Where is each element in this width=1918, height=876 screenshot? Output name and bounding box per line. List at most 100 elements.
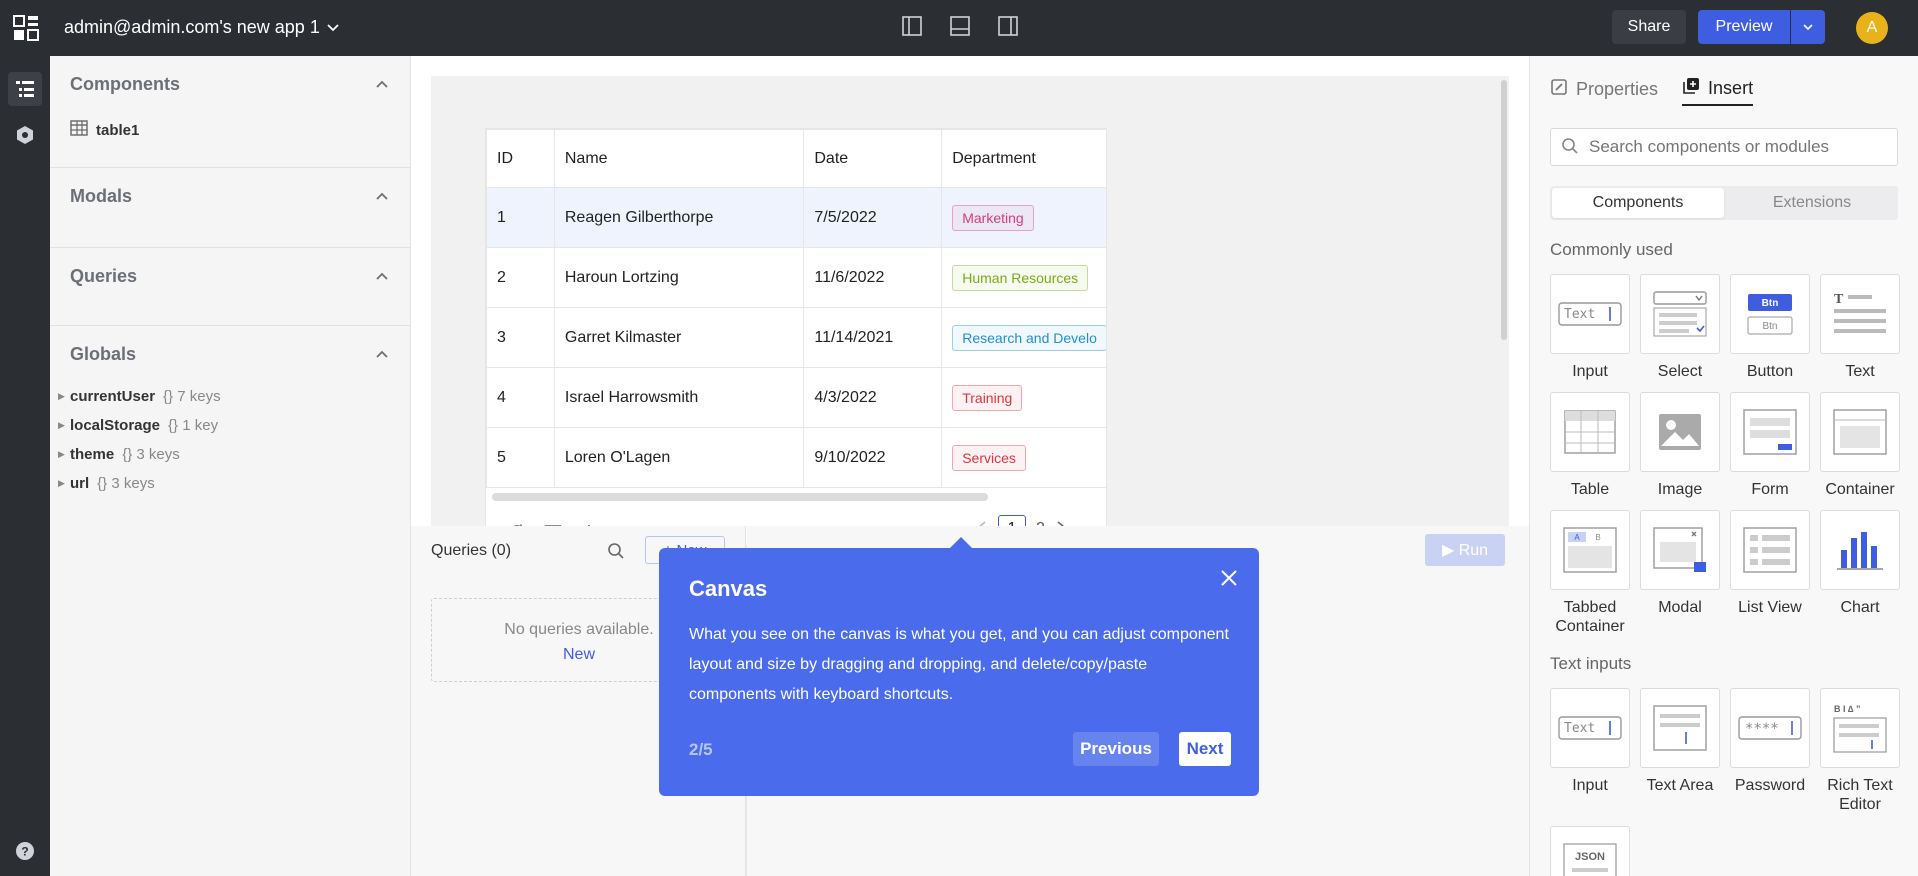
tile-text-area[interactable]: Text Area (1640, 688, 1720, 795)
column-header-date[interactable]: Date (803, 129, 943, 188)
components-heading[interactable]: Components (70, 74, 180, 95)
table1-component[interactable]: ID Name Date Department 1 Reagen Gilbert… (485, 128, 1107, 546)
segment-components[interactable]: Components (1552, 188, 1724, 218)
globals-heading[interactable]: Globals (70, 344, 136, 365)
tile-glyph-password: **** (1745, 721, 1779, 737)
search-icon[interactable] (607, 542, 625, 560)
bottom-panel-toggle-icon[interactable] (948, 14, 972, 38)
global-item-theme[interactable]: ▶ theme{} 3 keys (58, 446, 180, 463)
tile-tabbed-container[interactable]: AB Tabbed Container (1550, 510, 1630, 636)
tab-properties[interactable]: Properties (1550, 72, 1658, 106)
preview-button[interactable]: Preview (1698, 10, 1790, 44)
tile-glyph-json: JSON (1575, 851, 1605, 863)
tour-title: Canvas (689, 576, 768, 601)
search-input[interactable] (1589, 137, 1889, 157)
tile-image[interactable]: Image (1640, 392, 1720, 499)
component-item-table1[interactable]: table1 (70, 120, 139, 140)
right-panel-tabs: Properties Insert (1550, 72, 1754, 106)
input-component-icon: Text (1550, 274, 1630, 354)
department-tag: Human Resources (952, 264, 1089, 291)
table-horizontal-scrollbar[interactable] (492, 493, 988, 501)
cell-id: 5 (486, 427, 555, 488)
tile-table[interactable]: Table (1550, 392, 1630, 499)
avatar[interactable]: A (1856, 12, 1888, 44)
column-header-id[interactable]: ID (486, 129, 555, 188)
global-item-currentuser[interactable]: ▶ currentUser{} 7 keys (58, 388, 221, 405)
right-panel-toggle-icon[interactable] (996, 14, 1020, 38)
canvas[interactable]: ID Name Date Department 1 Reagen Gilbert… (431, 76, 1509, 546)
caret-right-icon: ▶ (58, 449, 65, 459)
structure-tree-icon[interactable] (8, 72, 42, 106)
tab-insert[interactable]: Insert (1682, 72, 1754, 106)
queries-count-title: Queries (0) (431, 542, 512, 559)
chevron-up-icon[interactable] (375, 348, 389, 362)
department-tag: Marketing (952, 204, 1034, 231)
layout-toggles (900, 14, 1020, 38)
global-item-url[interactable]: ▶ url{} 3 keys (58, 475, 155, 492)
chevron-up-icon[interactable] (375, 190, 389, 204)
table-row[interactable]: 1 Reagen Gilberthorpe 7/5/2022 Marketing (486, 187, 1106, 248)
queries-heading[interactable]: Queries (70, 266, 137, 287)
image-component-icon (1640, 392, 1720, 472)
tile-json-editor[interactable]: JSON (1550, 826, 1630, 876)
tile-select[interactable]: Select (1640, 274, 1720, 381)
chevron-down-icon[interactable] (326, 20, 340, 34)
tile-glyph-text: Text (1564, 721, 1595, 736)
plugins-hexagon-icon[interactable] (8, 118, 42, 152)
chevron-up-icon[interactable] (375, 78, 389, 92)
data-table: ID Name Date Department 1 Reagen Gilbert… (486, 129, 1106, 488)
preview-dropdown-button[interactable] (1791, 10, 1825, 44)
search-icon (1561, 137, 1579, 158)
chevron-up-icon[interactable] (375, 270, 389, 284)
tile-form[interactable]: Form (1730, 392, 1810, 499)
tile-list-view[interactable]: List View (1730, 510, 1810, 617)
table-row[interactable]: 5 Loren O'Lagen 9/10/2022 Services (486, 427, 1106, 488)
password-component-icon: **** (1730, 688, 1810, 768)
chart-component-icon (1820, 510, 1900, 590)
components-section: Components table1 (50, 56, 411, 168)
tab-label: Properties (1576, 78, 1659, 99)
segment-extensions[interactable]: Extensions (1726, 186, 1898, 220)
modals-heading[interactable]: Modals (70, 186, 132, 207)
tile-modal[interactable]: Modal (1640, 510, 1720, 617)
caret-right-icon: ▶ (58, 391, 65, 401)
run-button[interactable]: ▶ Run (1425, 534, 1505, 566)
cell-id: 2 (486, 247, 555, 308)
left-panel-toggle-icon[interactable] (900, 14, 924, 38)
tile-text[interactable]: T Text (1820, 274, 1900, 381)
rich-text-editor-icon: B I ∆ ” (1820, 688, 1900, 768)
tile-button[interactable]: Btn Btn Button (1730, 274, 1810, 381)
svg-text:?: ? (21, 845, 28, 859)
table-row[interactable]: 3 Garret Kilmaster 11/14/2021 Research a… (486, 307, 1106, 368)
modal-component-icon (1640, 510, 1720, 590)
tile-chart[interactable]: Chart (1820, 510, 1900, 617)
tile-glyph-text: Text (1564, 307, 1595, 322)
form-component-icon (1730, 392, 1810, 472)
share-button[interactable]: Share (1612, 10, 1686, 44)
cell-date: 4/3/2022 (803, 367, 943, 428)
app-title[interactable]: admin@admin.com's new app 1 (64, 17, 320, 38)
close-icon[interactable] (1217, 566, 1241, 590)
tile-password[interactable]: **** Password (1730, 688, 1810, 795)
apps-grid-icon[interactable] (12, 14, 40, 42)
tile-container[interactable]: Container (1820, 392, 1900, 499)
tile-input[interactable]: Text Input (1550, 274, 1630, 381)
table-row[interactable]: 2 Haroun Lortzing 11/6/2022 Human Resour… (486, 247, 1106, 308)
cell-department: Human Resources (941, 247, 1106, 308)
previous-button[interactable]: Previous (1073, 732, 1159, 766)
column-header-name[interactable]: Name (553, 129, 805, 188)
container-component-icon (1820, 392, 1900, 472)
next-button[interactable]: Next (1179, 732, 1231, 766)
tile-text-input[interactable]: Text Input (1550, 688, 1630, 795)
tour-step-counter: 2/5 (689, 740, 713, 759)
tour-popover: Canvas What you see on the canvas is wha… (659, 548, 1259, 796)
canvas-vertical-scrollbar[interactable] (1501, 80, 1507, 340)
tile-glyph-rich: B I ∆ ” (1834, 704, 1861, 714)
tile-rich-text-editor[interactable]: B I ∆ ” Rich Text Editor (1820, 688, 1900, 814)
global-item-localstorage[interactable]: ▶ localStorage{} 1 key (58, 417, 218, 434)
table-row[interactable]: 4 Israel Harrowsmith 4/3/2022 Training (486, 367, 1106, 428)
department-tag: Research and Develo (952, 324, 1106, 351)
column-header-department[interactable]: Department (941, 129, 1106, 188)
help-icon[interactable]: ? (8, 834, 42, 868)
icon-rail: ? (0, 56, 50, 876)
